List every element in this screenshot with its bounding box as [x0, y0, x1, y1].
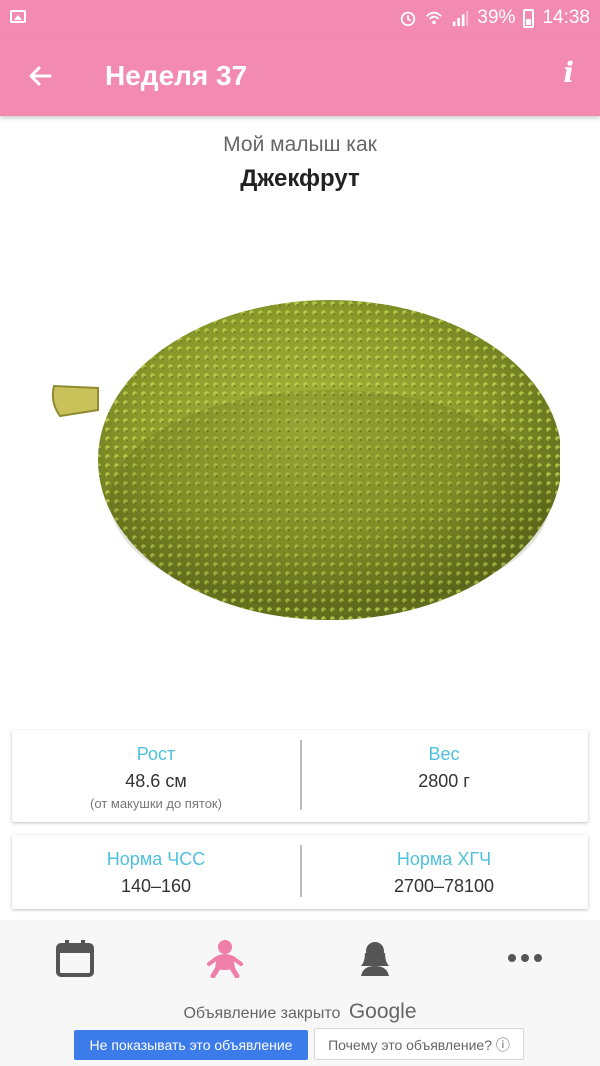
hcg-value: 2700–78100 — [393, 876, 495, 896]
status-icons: 39% 14:38 — [399, 6, 590, 30]
why-ad-button[interactable]: Почему это объявление? ⓘ — [314, 1028, 524, 1060]
app-bar: Неделя 37 i — [0, 36, 600, 116]
signal-icon — [453, 10, 469, 27]
alarm-icon — [401, 11, 416, 27]
heart-rate-cell: Норма ЧСС 140–160 — [12, 835, 300, 909]
ad-closed-label: Объявление закрыто — [183, 1005, 341, 1022]
ad-closed-text: Объявление закрыто Google — [0, 1000, 600, 1024]
heart-rate-label: Норма ЧСС — [106, 849, 206, 869]
info-button[interactable]: i — [563, 56, 574, 89]
more-icon[interactable] — [505, 938, 545, 978]
status-bar: 39% 14:38 — [0, 0, 600, 36]
weight-cell: Вес 2800 г — [300, 730, 588, 822]
hcg-label: Норма ХГЧ — [396, 849, 492, 869]
bottom-navigation: Объявление закрыто Google Не показывать … — [0, 920, 600, 1066]
wifi-icon — [426, 11, 443, 25]
battery-percent: 39% — [477, 7, 516, 28]
height-note: (от макушки до пяток) — [90, 796, 222, 811]
mother-icon[interactable] — [355, 938, 395, 978]
weight-value: 2800 г — [418, 771, 470, 791]
baby-icon[interactable] — [205, 938, 245, 978]
heart-rate-value: 140–160 — [120, 876, 192, 896]
height-value: 48.6 см — [125, 771, 187, 791]
page-title: Неделя 37 — [105, 60, 248, 91]
fruit-name: Джекфрут — [240, 165, 360, 192]
size-weight-card: Рост 48.6 см (от макушки до пяток) Вес 2… — [12, 730, 588, 822]
google-logo: Google — [348, 1000, 417, 1023]
jackfruit-image — [51, 300, 560, 620]
hide-ad-button[interactable]: Не показывать это объявление — [74, 1030, 308, 1060]
norms-card: Норма ЧСС 140–160 Норма ХГЧ 2700–78100 — [12, 835, 588, 909]
height-label: Рост — [136, 744, 176, 764]
calendar-icon[interactable] — [55, 938, 95, 978]
height-cell: Рост 48.6 см (от макушки до пяток) — [12, 730, 300, 822]
image-notification-icon — [10, 10, 26, 23]
battery-icon — [523, 8, 535, 28]
hcg-cell: Норма ХГЧ 2700–78100 — [300, 835, 588, 909]
clock: 14:38 — [542, 7, 590, 28]
size-comparison-subtitle: Мой малыш как — [223, 133, 377, 156]
weight-label: Вес — [428, 744, 460, 764]
back-arrow-icon[interactable] — [24, 60, 56, 92]
